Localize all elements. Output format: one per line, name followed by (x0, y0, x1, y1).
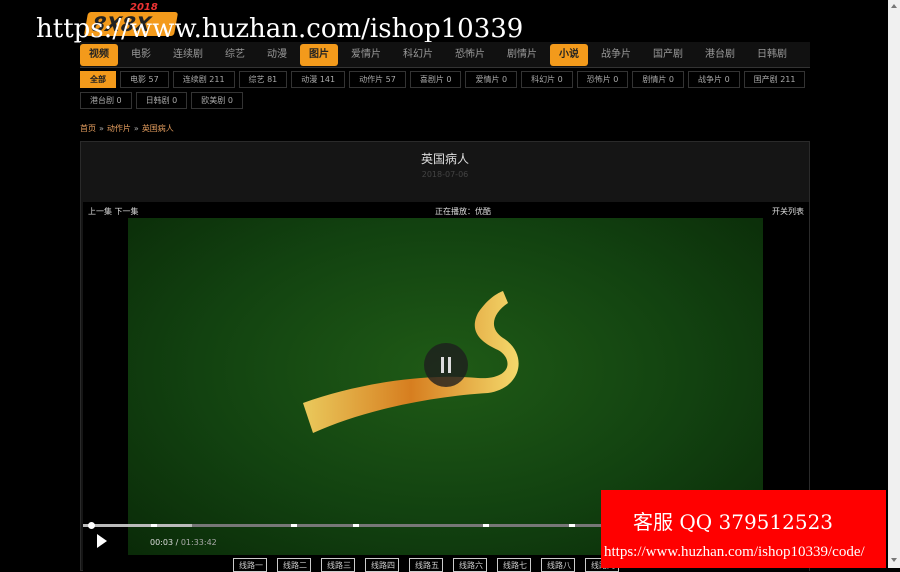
line-button[interactable]: 线路二 (277, 558, 311, 572)
nav-item[interactable]: 日韩剧 (748, 44, 796, 66)
breadcrumb: 首页» 动作片» 英国病人 (80, 123, 174, 134)
filter-item[interactable]: 全部 (80, 71, 116, 88)
line-button[interactable]: 线路一 (233, 558, 267, 572)
filter-item[interactable]: 动作片 57 (349, 71, 406, 88)
time-display: 00:03 / 01:33:42 (150, 538, 217, 547)
filter-item[interactable]: 战争片 0 (688, 71, 740, 88)
now-playing: 正在播放：优酷 (435, 207, 491, 216)
filter-item[interactable]: 连续剧 211 (172, 71, 235, 88)
filter-item[interactable]: 国产剧 211 (743, 71, 806, 88)
filter-item[interactable]: 动漫 141 (291, 71, 346, 88)
ad-url[interactable]: https://www.huzhan.com/ishop10339/code/ (604, 544, 865, 561)
nav-item[interactable]: 爱情片 (342, 44, 390, 66)
breadcrumb-sep: » (99, 124, 104, 133)
nav-item[interactable]: 小说 (550, 43, 588, 66)
line-button[interactable]: 线路七 (497, 558, 531, 572)
progress-marker (483, 524, 489, 527)
filter-item[interactable]: 科幻片 0 (521, 71, 573, 88)
filter-item[interactable]: 恐怖片 0 (576, 71, 629, 88)
filter-item[interactable]: 综艺 81 (238, 71, 288, 88)
nav-item[interactable]: 国产剧 (644, 44, 692, 66)
watermark: https://www.huzhan.com/ishop10339 (36, 14, 524, 44)
ad-banner[interactable]: 客服 QQ 379512523 https://www.huzhan.com/is… (601, 490, 886, 568)
nav-item[interactable]: 剧情片 (498, 44, 546, 66)
prev-next-episode[interactable]: 上一集 下一集 (88, 206, 139, 217)
filter-item[interactable]: 剧情片 0 (632, 71, 685, 88)
filter-item[interactable]: 喜剧片 0 (409, 71, 462, 88)
scroll-down-icon[interactable] (891, 558, 897, 562)
line-button[interactable]: 线路三 (321, 558, 355, 572)
nav-item[interactable]: 恐怖片 (446, 44, 494, 66)
line-button[interactable]: 线路五 (409, 558, 443, 572)
nav-item[interactable]: 视频 (80, 43, 118, 66)
progress-knob[interactable] (88, 522, 95, 529)
page-title: 英国病人 (420, 152, 469, 166)
ad-contact: 客服 QQ 379512523 (633, 510, 834, 534)
play-icon[interactable] (97, 534, 107, 548)
breadcrumb-current[interactable]: 英国病人 (142, 124, 174, 133)
nav-item[interactable]: 港台剧 (696, 44, 744, 66)
line-button[interactable]: 线路六 (453, 558, 487, 572)
buffered-bar (83, 524, 192, 527)
source-lines: 线路一线路二线路三线路四线路五线路六线路七线路八线路九 (233, 558, 619, 572)
line-button[interactable]: 线路四 (365, 558, 399, 572)
scroll-up-icon[interactable] (891, 4, 897, 8)
nav-item[interactable]: 战争片 (592, 44, 640, 66)
pause-button[interactable] (424, 343, 468, 387)
breadcrumb-home[interactable]: 首页 (80, 124, 96, 133)
nav-item[interactable]: 科幻片 (394, 44, 442, 66)
nav-item[interactable]: 动漫 (258, 44, 296, 66)
film-ribbon-image (303, 291, 519, 433)
toggle-list-button[interactable]: 开关列表 (772, 206, 804, 217)
duration: 01:33:42 (180, 538, 217, 547)
filter-item[interactable]: 港台剧 0 (80, 92, 132, 109)
progress-marker (353, 524, 359, 527)
line-button[interactable]: 线路八 (541, 558, 575, 572)
category-filters: 全部 电影 57 连续剧 211 综艺 81 动漫 141 动作片 57 喜剧片 0 爱情片 … (80, 71, 810, 109)
nav-item[interactable]: 连续剧 (164, 44, 212, 66)
filter-item[interactable]: 电影 57 (120, 71, 169, 88)
publish-date: 2018-07-06 (421, 170, 469, 179)
filter-item[interactable]: 欧美剧 0 (191, 92, 243, 109)
nav-item[interactable]: 综艺 (216, 44, 254, 66)
breadcrumb-category[interactable]: 动作片 (107, 124, 131, 133)
progress-marker (291, 524, 297, 527)
filter-item[interactable]: 日韩剧 0 (135, 92, 188, 109)
main-nav: 视频 电影 连续剧 综艺 动漫 图片 爱情片 科幻片 恐怖片 剧情片 小说 战争片 国产剧 港台剧 日韩剧 (80, 42, 810, 68)
current-time: 00:03 (150, 538, 174, 547)
scrollbar[interactable] (888, 0, 900, 568)
nav-item[interactable]: 电影 (122, 44, 160, 66)
filter-item[interactable]: 爱情片 0 (465, 71, 518, 88)
breadcrumb-sep: » (133, 124, 139, 133)
progress-marker (151, 524, 157, 527)
progress-marker (569, 524, 575, 527)
time-sep: / (173, 538, 181, 547)
nav-item[interactable]: 图片 (300, 43, 338, 66)
logo-year: 2018 (130, 2, 158, 13)
